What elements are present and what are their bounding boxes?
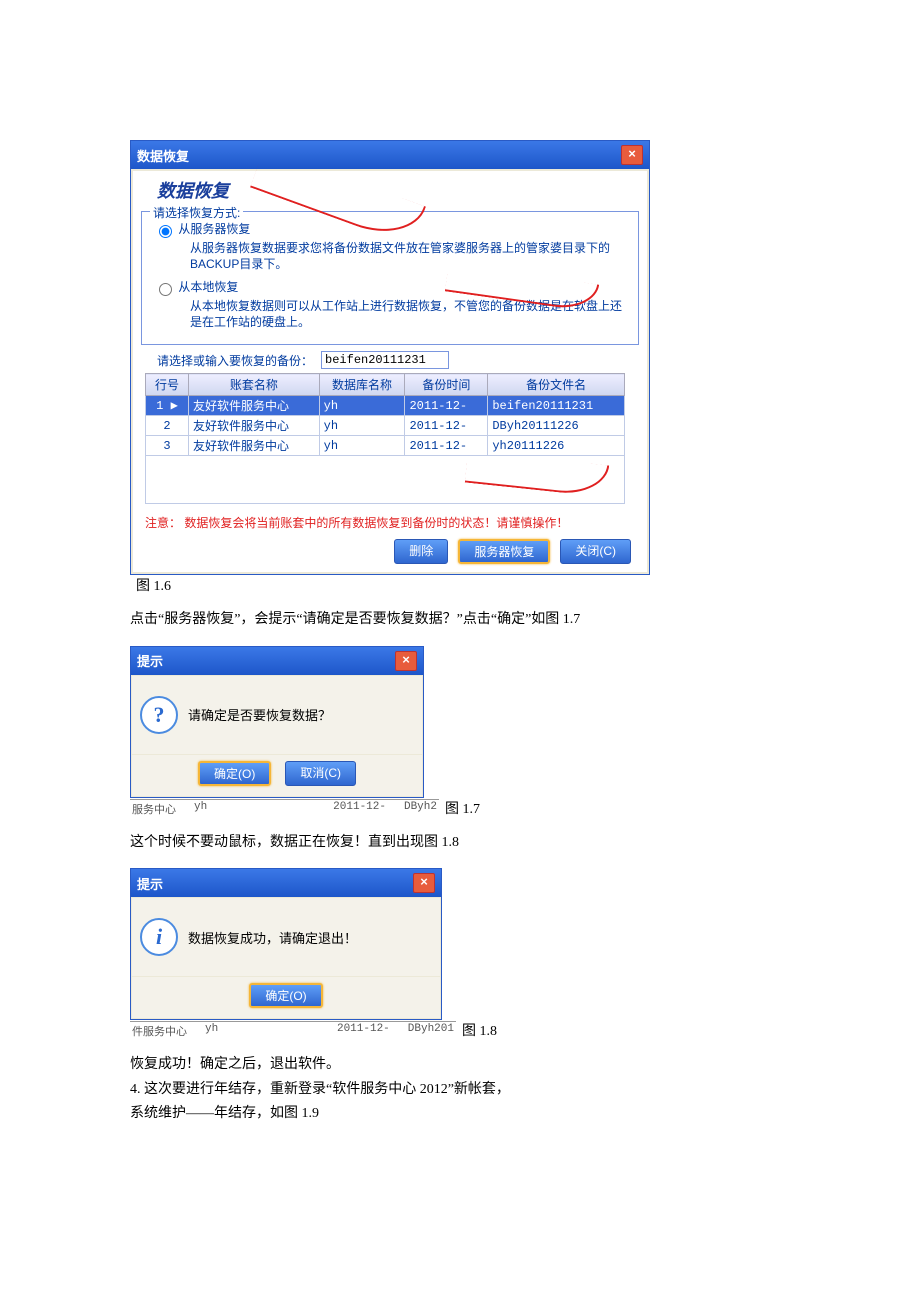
local-restore-desc: 从本地恢复数据则可以从工作站上进行数据恢复，不管您的备份数据是在软盘上还是在工作… xyxy=(190,298,630,330)
col-time: 备份时间 xyxy=(405,374,488,396)
background-table-fragment: 服务中心 yh 2011-12- DByh2 xyxy=(130,799,439,818)
success-dialog: 提示 × i 数据恢复成功，请确定退出！ 确定(O) xyxy=(130,868,442,1020)
confirm-dialog: 提示 × ? 请确定是否要恢复数据？ 确定(O) 取消(C) xyxy=(130,646,424,798)
data-restore-dialog: 数据恢复 × 数据恢复 请选择恢复方式: 从服务器恢复 从服务器恢复数据要求您将… xyxy=(130,140,650,575)
titlebar-text: 数据恢复 xyxy=(137,146,189,165)
figure-1-7: 提示 × ? 请确定是否要恢复数据？ 确定(O) 取消(C) 服务中心 yh 2… xyxy=(130,646,790,818)
radio-local-label: 从本地恢复 xyxy=(178,280,238,294)
table-row[interactable]: 3 友好软件服务中心 yh 2011-12- yh20111226 xyxy=(146,436,625,456)
info-icon: i xyxy=(140,918,178,956)
col-db: 数据库名称 xyxy=(319,374,405,396)
paragraph: 系统维护——年结存，如图 1.9 xyxy=(130,1103,790,1125)
question-icon: ? xyxy=(140,696,178,734)
table-row[interactable]: 2 友好软件服务中心 yh 2011-12- DByh20111226 xyxy=(146,416,625,436)
delete-button[interactable]: 删除 xyxy=(394,539,448,564)
figure-caption: 图 1.7 xyxy=(445,798,480,818)
backup-name-input[interactable] xyxy=(321,351,449,369)
titlebar: 提示 × xyxy=(131,869,441,897)
paragraph: 恢复成功！确定之后，退出软件。 xyxy=(130,1054,790,1076)
paragraph: 4. 这次要进行年结存，重新登录“软件服务中心 2012”新帐套， xyxy=(130,1079,790,1101)
warning-text: 注意： 数据恢复会将当前账套中的所有数据恢复到备份时的状态！请谨慎操作！ xyxy=(145,514,635,531)
radio-server-label: 从服务器恢复 xyxy=(178,222,250,236)
close-icon[interactable]: × xyxy=(621,145,643,165)
titlebar: 提示 × xyxy=(131,647,423,675)
figure-1-8: 提示 × i 数据恢复成功，请确定退出！ 确定(O) 件服务中心 yh 2011… xyxy=(130,868,790,1040)
close-icon[interactable]: × xyxy=(395,651,417,671)
figure-caption: 图 1.6 xyxy=(136,575,171,595)
col-file: 备份文件名 xyxy=(488,374,625,396)
figure-caption: 图 1.8 xyxy=(462,1020,497,1040)
paragraph: 点击“服务器恢复”，会提示“请确定是否要恢复数据？”点击“确定”如图 1.7 xyxy=(130,609,790,631)
prompt-message: 请确定是否要恢复数据？ xyxy=(188,705,331,724)
close-icon[interactable]: × xyxy=(413,873,435,893)
paragraph: 这个时候不要动鼠标，数据正在恢复！直到出现图 1.8 xyxy=(130,832,790,854)
radio-server-input[interactable] xyxy=(159,225,172,238)
button-row: 删除 服务器恢复 关闭(C) xyxy=(139,539,641,566)
radio-local-input[interactable] xyxy=(159,283,172,296)
titlebar-text: 提示 xyxy=(137,874,163,893)
prompt-message: 数据恢复成功，请确定退出！ xyxy=(188,928,357,947)
radio-local-restore[interactable]: 从本地恢复 xyxy=(154,278,630,296)
restore-method-group: 请选择恢复方式: 从服务器恢复 从服务器恢复数据要求您将备份数据文件放在管家婆服… xyxy=(141,211,639,345)
background-table-fragment: 件服务中心 yh 2011-12- DByh201 xyxy=(130,1021,456,1040)
col-rownum: 行号 xyxy=(146,374,189,396)
cancel-button[interactable]: 取消(C) xyxy=(285,761,356,786)
backup-select-label: 请选择或输入要恢复的备份： xyxy=(157,352,313,369)
titlebar-text: 提示 xyxy=(137,651,163,670)
server-restore-button[interactable]: 服务器恢复 xyxy=(458,539,550,564)
ok-button[interactable]: 确定(O) xyxy=(198,761,271,786)
figure-1-6: 数据恢复 × 数据恢复 请选择恢复方式: 从服务器恢复 从服务器恢复数据要求您将… xyxy=(130,140,790,595)
table-row[interactable]: 1 ▶ 友好软件服务中心 yh 2011-12- beifen20111231 xyxy=(146,396,625,416)
close-button[interactable]: 关闭(C) xyxy=(560,539,631,564)
table-header: 行号 账套名称 数据库名称 备份时间 备份文件名 xyxy=(146,374,625,396)
radio-server-restore[interactable]: 从服务器恢复 xyxy=(154,220,630,238)
table-empty-area xyxy=(145,456,625,504)
server-restore-desc: 从服务器恢复数据要求您将备份数据文件放在管家婆服务器上的管家婆目录下的BACKU… xyxy=(190,240,630,272)
backup-table: 行号 账套名称 数据库名称 备份时间 备份文件名 1 ▶ 友好软件服务中心 yh… xyxy=(145,373,625,456)
backup-select-row: 请选择或输入要恢复的备份： xyxy=(157,351,641,369)
titlebar: 数据恢复 × xyxy=(131,141,649,169)
group-legend: 请选择恢复方式: xyxy=(150,204,243,221)
col-acct: 账套名称 xyxy=(189,374,320,396)
ok-button[interactable]: 确定(O) xyxy=(249,983,322,1008)
